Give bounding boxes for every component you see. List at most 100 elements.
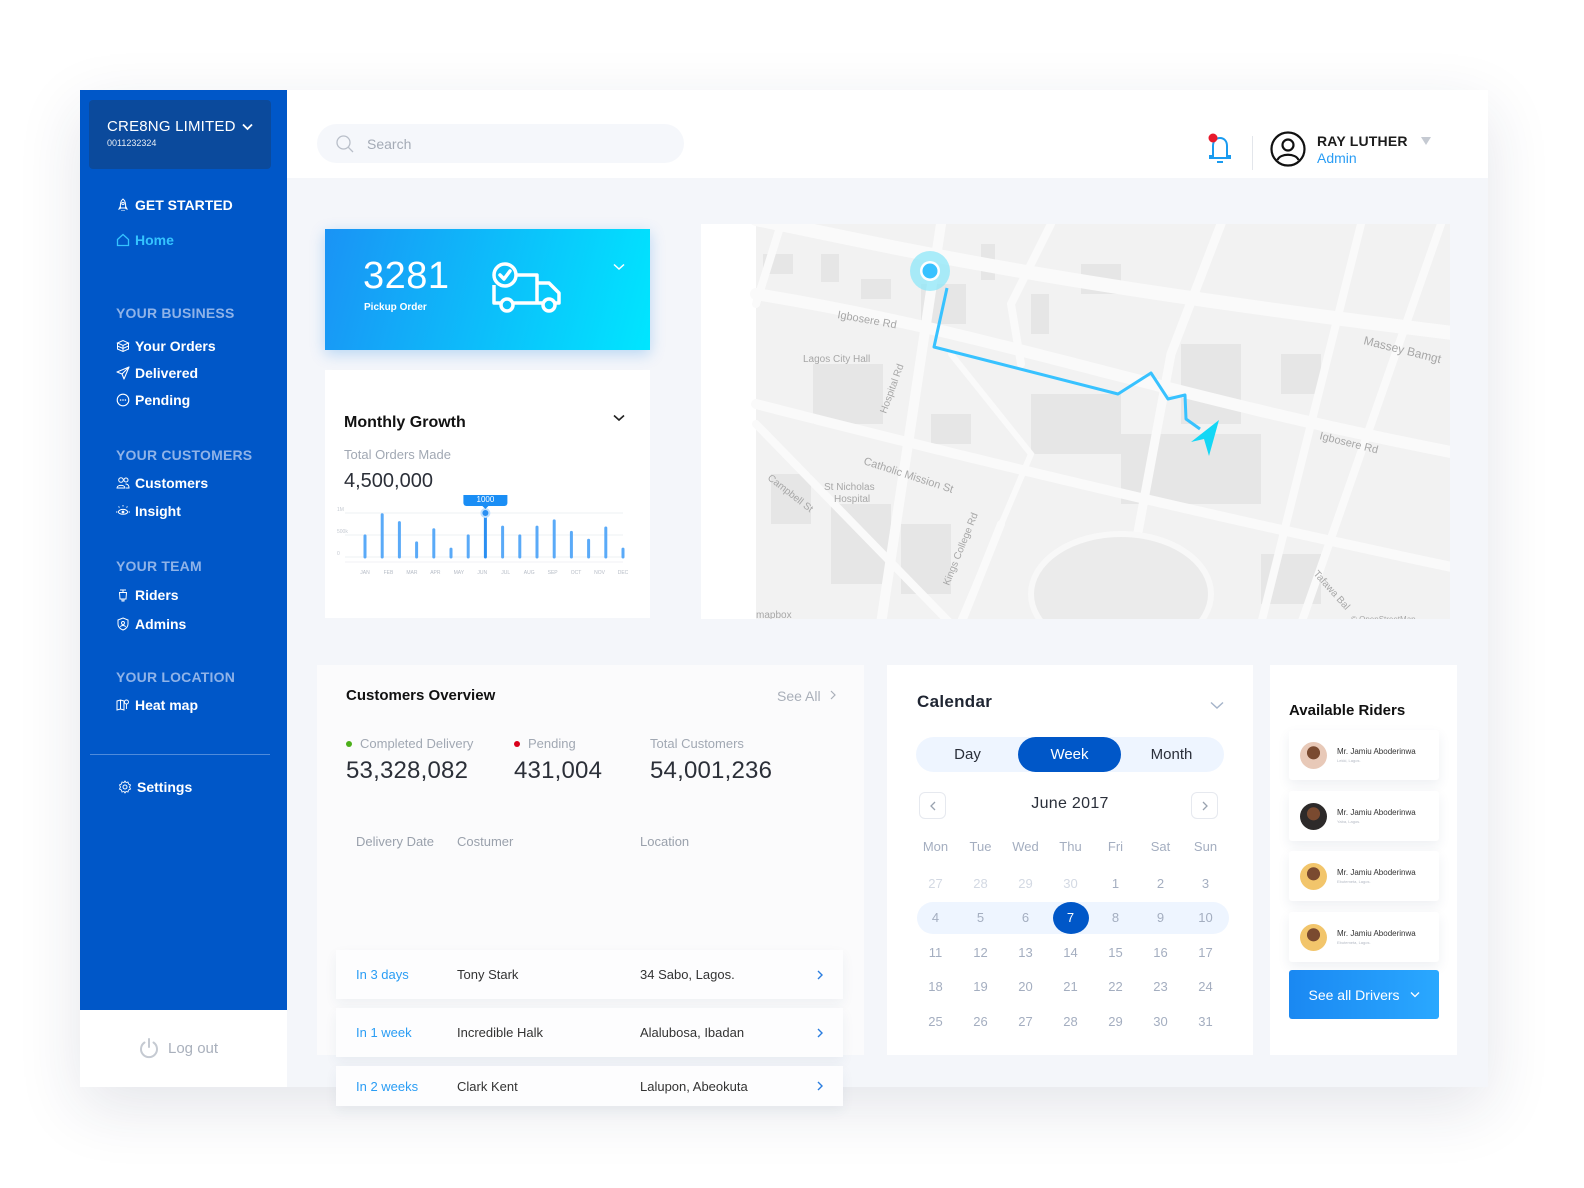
calendar-day[interactable]: 28 xyxy=(958,868,1003,903)
x-tick-label: SEP xyxy=(548,570,559,576)
see-all-drivers-button[interactable]: See all Drivers xyxy=(1289,970,1439,1019)
rider-item[interactable]: Mr. Jamiu Aboderinwa Ebutemeta, Lagos. xyxy=(1289,851,1439,901)
nav-riders[interactable]: Riders xyxy=(116,587,179,603)
table-row[interactable]: In 2 weeks Clark Kent Lalupon, Abeokuta xyxy=(336,1066,843,1106)
week-row: 11 12 13 14 15 16 17 xyxy=(913,937,1229,972)
gear-icon xyxy=(118,780,132,794)
calendar-day[interactable]: 6 xyxy=(1003,902,1048,937)
calendar-day[interactable]: 8 xyxy=(1093,902,1138,937)
weekday-label: Sun xyxy=(1193,839,1218,854)
chevron-down-icon[interactable] xyxy=(613,414,625,422)
calendar-day[interactable]: 27 xyxy=(913,868,958,903)
calendar-day[interactable]: 30 xyxy=(1138,1006,1183,1041)
weekday-label: Thu xyxy=(1059,839,1082,854)
monthly-growth-card: Monthly Growth Total Orders Made 4,500,0… xyxy=(325,370,650,618)
rider-item[interactable]: Mr. Jamiu Aboderinwa Ebutemeta, Lagos. xyxy=(1289,912,1439,962)
calendar-day[interactable]: 13 xyxy=(1003,937,1048,972)
calendar-day[interactable]: 3 xyxy=(1183,868,1228,903)
calendar-day[interactable]: 16 xyxy=(1138,937,1183,972)
chevron-down-icon[interactable] xyxy=(1210,701,1224,710)
nav-settings[interactable]: Settings xyxy=(118,779,192,795)
calendar-day[interactable]: 18 xyxy=(913,971,958,1006)
day-number: 4 xyxy=(931,910,940,925)
user-role: Admin xyxy=(1317,149,1357,166)
origin-pin-icon[interactable] xyxy=(922,263,938,279)
customer-location: 34 Sabo, Lagos. xyxy=(640,967,735,982)
calendar-day[interactable]: 29 xyxy=(1003,868,1048,903)
calendar-day[interactable]: 22 xyxy=(1093,971,1138,1006)
x-tick-label: OCT xyxy=(571,570,582,576)
nav-home[interactable]: Home xyxy=(116,232,174,248)
calendar-day[interactable]: 21 xyxy=(1048,971,1093,1006)
y-tick-label: 1M xyxy=(337,507,344,513)
chevron-down-icon[interactable] xyxy=(613,263,625,271)
calendar-day[interactable]: 25 xyxy=(913,1006,958,1041)
org-switcher[interactable]: CRE8NG LIMITED 0011232324 xyxy=(89,100,271,169)
calendar-day[interactable]: 4 xyxy=(913,902,958,937)
table-row[interactable]: In 3 days Tony Stark 34 Sabo, Lagos. xyxy=(336,950,843,999)
rider-item[interactable]: Mr. Jamiu Aboderinwa Yaba, Lagos. xyxy=(1289,791,1439,841)
rocket-icon xyxy=(118,198,128,211)
users-icon xyxy=(116,477,130,489)
nav-your-orders[interactable]: Your Orders xyxy=(116,338,216,354)
calendar-day[interactable]: 10 xyxy=(1183,902,1228,937)
logout-label: Log out xyxy=(168,1039,219,1057)
nav-heat-map[interactable]: Heat map xyxy=(116,697,198,713)
view-month-button[interactable]: Month xyxy=(1120,737,1223,772)
x-tick-label: MAR xyxy=(406,570,418,576)
calendar-day[interactable]: 5 xyxy=(958,902,1003,937)
calendar-day[interactable]: 23 xyxy=(1138,971,1183,1006)
delivery-map[interactable]: Igbosere Rd Lagos City Hall Hospital Rd … xyxy=(701,224,1450,619)
day-number: 29 xyxy=(1018,875,1033,891)
map-label: Hospital xyxy=(834,494,870,505)
calendar-day[interactable]: 27 xyxy=(1003,1006,1048,1041)
notifications-button[interactable] xyxy=(1205,132,1235,171)
calendar-day[interactable]: 26 xyxy=(958,1006,1003,1041)
nav-pending[interactable]: Pending xyxy=(116,392,190,408)
table-row[interactable]: In 1 week Incredible Halk Alalubosa, Iba… xyxy=(336,1008,843,1057)
calendar-day[interactable]: 9 xyxy=(1138,902,1183,937)
calendar-day[interactable]: 24 xyxy=(1183,971,1228,1006)
calendar-day[interactable]: 14 xyxy=(1048,937,1093,972)
user-menu[interactable]: RAY LUTHER Admin xyxy=(1269,130,1431,168)
day-number: 11 xyxy=(928,944,943,960)
customers-overview-card: Customers Overview See All Completed Del… xyxy=(317,665,864,1106)
calendar-day[interactable]: 30 xyxy=(1048,868,1093,903)
view-week-button[interactable]: Week xyxy=(1018,737,1121,772)
calendar-day[interactable]: 12 xyxy=(958,937,1003,972)
logout-button[interactable]: Log out xyxy=(138,1037,218,1059)
x-tick-label: JAN xyxy=(360,570,370,576)
calendar-day[interactable]: 2 xyxy=(1138,868,1183,903)
search-bar[interactable] xyxy=(317,124,684,163)
selected-day[interactable]: 7 xyxy=(1048,902,1093,937)
calendar-day[interactable]: 15 xyxy=(1093,937,1138,972)
map-canvas[interactable]: Igbosere Rd Lagos City Hall Hospital Rd … xyxy=(701,224,1450,619)
day-number: 21 xyxy=(1063,979,1078,994)
see-all-link[interactable]: See All xyxy=(777,688,837,704)
calendar-day[interactable]: 17 xyxy=(1183,937,1228,972)
calendar-day[interactable]: 11 xyxy=(913,937,958,972)
day-number: 23 xyxy=(1153,979,1168,994)
calendar-day[interactable]: 31 xyxy=(1183,1006,1228,1041)
calendar-day[interactable]: 19 xyxy=(958,971,1003,1006)
day-number: 1 xyxy=(1111,875,1120,891)
nav-get-started[interactable]: GET STARTED xyxy=(116,197,233,213)
x-tick-label: JUL xyxy=(501,570,510,576)
nav-customers[interactable]: Customers xyxy=(116,475,208,491)
delivery-truck-icon xyxy=(492,262,561,313)
nav-insight[interactable]: Insight xyxy=(116,503,181,519)
search-input[interactable] xyxy=(367,135,647,152)
calendar-day[interactable]: 29 xyxy=(1093,1006,1138,1041)
rider-avatar xyxy=(1300,802,1327,830)
day-number: 3 xyxy=(1201,875,1210,891)
rider-item[interactable]: Mr. Jamiu Aboderinwa Lekki, Lagos. xyxy=(1289,730,1439,780)
next-month-button[interactable] xyxy=(1191,792,1218,819)
nav-delivered[interactable]: Delivered xyxy=(116,365,198,381)
nav-admins[interactable]: Admins xyxy=(116,616,186,632)
eye-sun-icon xyxy=(116,505,130,515)
calendar-day[interactable]: 1 xyxy=(1093,868,1138,903)
view-day-button[interactable]: Day xyxy=(916,737,1019,772)
calendar-day[interactable]: 20 xyxy=(1003,971,1048,1006)
more-circle-icon xyxy=(116,393,130,407)
calendar-day[interactable]: 28 xyxy=(1048,1006,1093,1041)
